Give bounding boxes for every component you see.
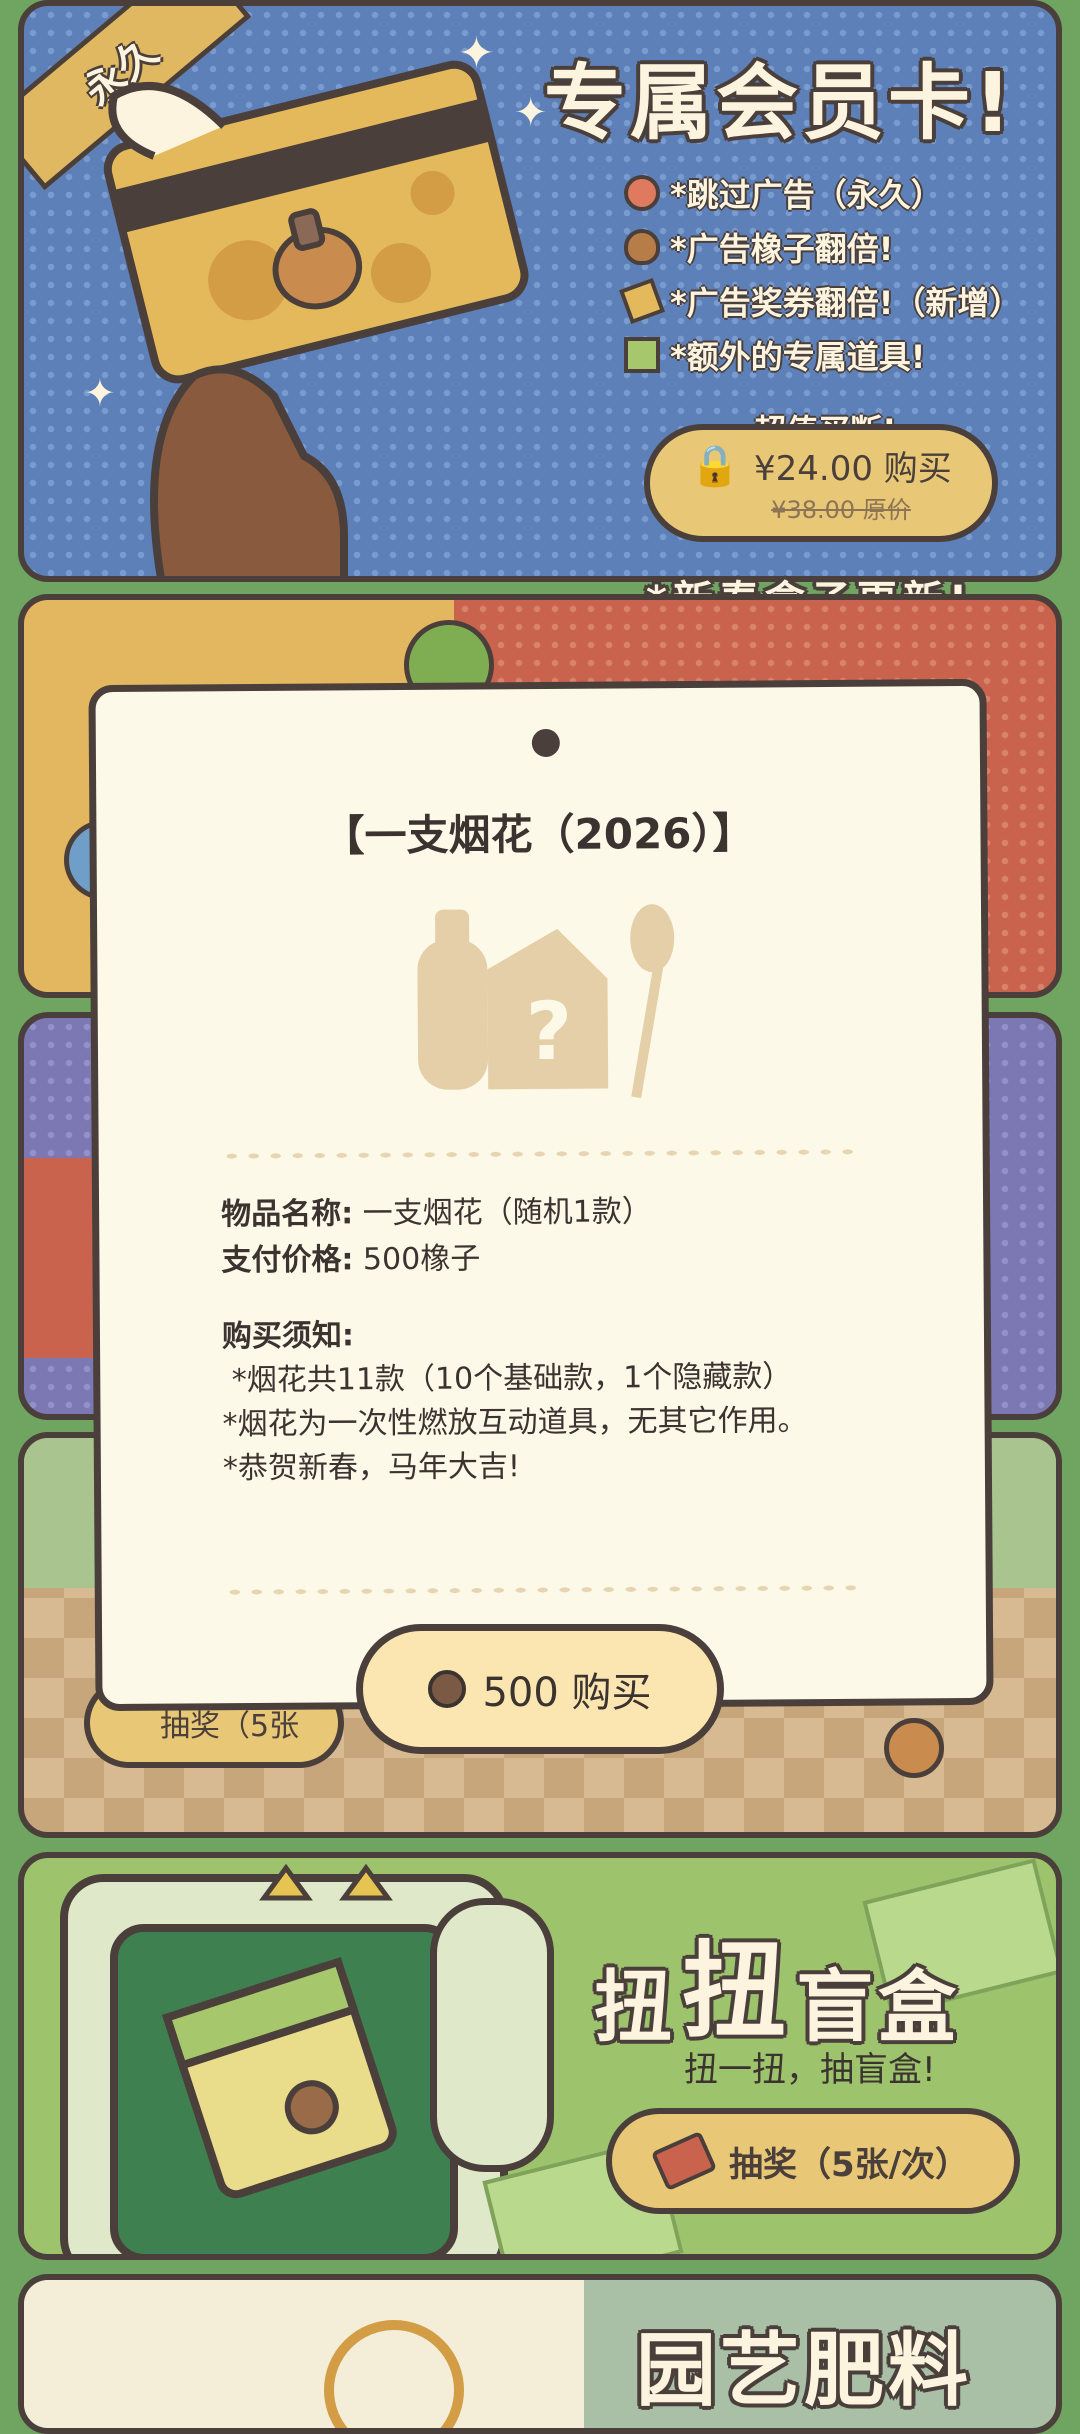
bottom-divider	[223, 1582, 864, 1598]
vip-buy-button[interactable]: 🔒 ¥24.00 购买 ¥38.00 原价	[644, 424, 998, 542]
item-detail-modal: 【一支烟花（2026）】 ? 物品名称: 一支烟花（随机1款） 支付价格: 50…	[88, 678, 994, 1712]
gift-icon	[624, 337, 660, 373]
vip-title: 专属会员卡!	[544, 56, 1016, 151]
modal-title: 【一支烟花（2026）】	[322, 808, 755, 861]
gacha-subtitle: 扭一扭，抽盲盒!	[684, 2050, 936, 2090]
acorn-icon	[428, 1670, 467, 1708]
no-ads-icon	[624, 175, 660, 211]
lock-icon: 🔒	[690, 443, 741, 489]
notice-line: *烟花为一次性燃放互动道具，无其它作用。	[222, 1403, 808, 1443]
gacha-draw-button[interactable]: 抽奖（5张/次）	[606, 2108, 1020, 2214]
svg-text:?: ?	[526, 985, 573, 1078]
notice-line: *恭贺新春，马年大吉!	[222, 1449, 521, 1487]
garden-title: 园艺肥料	[636, 2324, 972, 2417]
buy-button-label: 500 购买	[482, 1670, 652, 1716]
garden-card-banner[interactable]: 园艺肥料	[18, 2274, 1062, 2434]
perk-exclusive-items: *额外的专属道具!	[624, 332, 925, 378]
perk-ticket-double: *广告奖券翻倍!（新增）	[618, 277, 1021, 325]
perk-skip-ads: *跳过广告（永久）	[624, 170, 943, 216]
notice-line: *烟花共11款（10个基础款，1个隐藏款）	[222, 1359, 793, 1399]
top-divider	[220, 1146, 861, 1162]
vip-card-banner[interactable]: 永久 ✦ ✦ 专属会员卡! ✦ *跳过广告（永久） *广告橡子翻倍! *广告奖券…	[18, 0, 1062, 582]
svg-text:✦: ✦	[514, 90, 548, 136]
vip-price: ¥24.00 购买	[754, 449, 952, 489]
pin-hole	[531, 728, 560, 758]
gacha-card-banner[interactable]: 扭 扭 盲盒 扭一扭，抽盲盒! 抽奖（5张/次）	[18, 1852, 1062, 2260]
acorn-icon	[624, 229, 660, 265]
acorn-buy-button[interactable]: 500 购买	[356, 1624, 724, 1754]
ticket-icon	[618, 277, 666, 325]
sparkle-icon: ✦	[458, 28, 495, 79]
notice-heading: 购买须知:	[221, 1318, 355, 1355]
perk-acorn-double: *广告橡子翻倍!	[624, 224, 893, 270]
gacha-title: 扭 扭 盲盒	[594, 1930, 961, 2053]
mystery-item-icon: ?	[417, 904, 675, 1099]
ticket-icon	[650, 2130, 718, 2192]
price-row: 支付价格: 500橡子	[221, 1241, 481, 1279]
membership-card-illustration: ✦ ✦	[84, 60, 548, 576]
svg-text:✦: ✦	[84, 371, 116, 415]
item-name-row: 物品名称: 一支烟花（随机1款）	[221, 1194, 652, 1233]
vip-original-price: ¥38.00 原价	[771, 496, 911, 524]
